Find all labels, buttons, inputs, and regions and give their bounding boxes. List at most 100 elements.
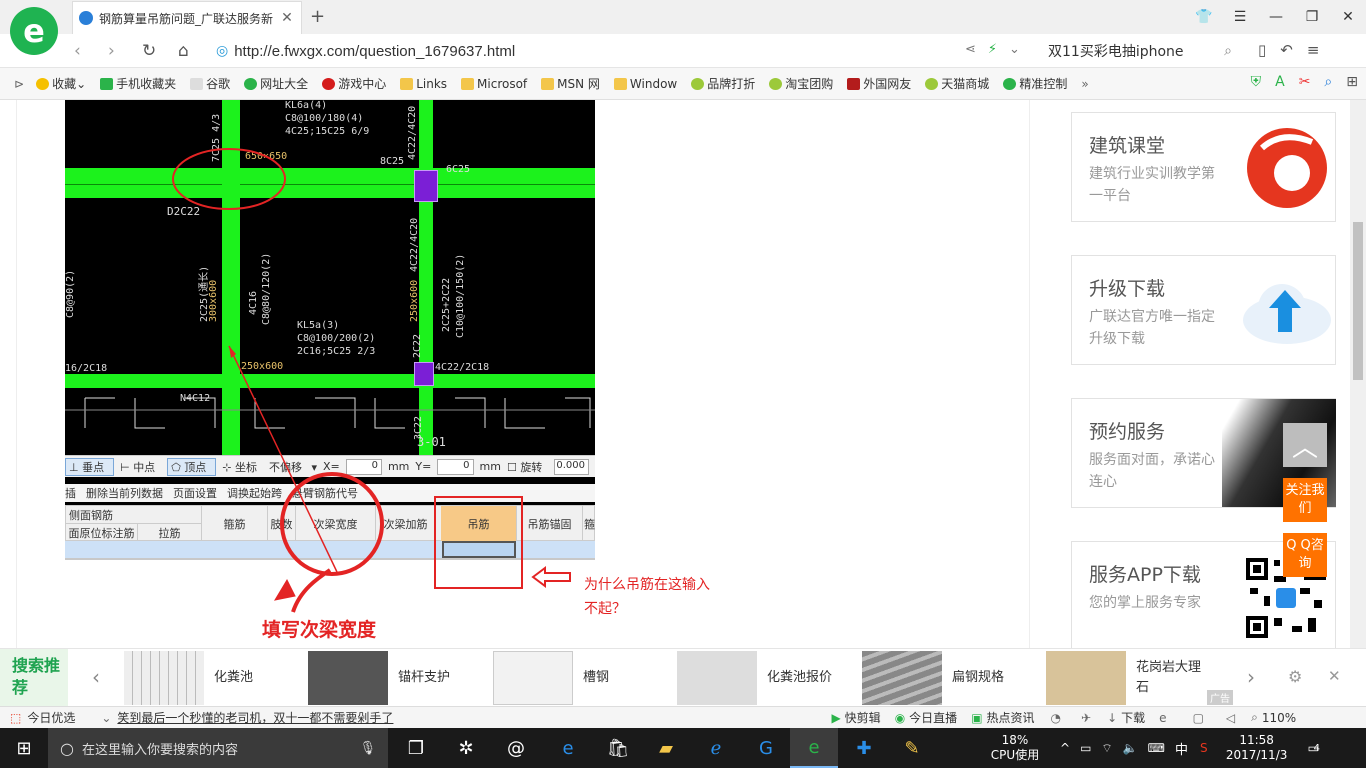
shield-icon[interactable]: ⛨	[1251, 74, 1262, 90]
download-button[interactable]: 下载	[1121, 709, 1145, 726]
address-bar[interactable]: ◎ http://e.fwxgx.com/question_1679637.ht…	[216, 39, 936, 63]
task-view-icon[interactable]: ❐	[392, 728, 440, 768]
card-building-class[interactable]: 建筑课堂 建筑行业实训教学第一平台	[1071, 112, 1336, 222]
restore-icon[interactable]: ❐	[1294, 0, 1330, 34]
tab-close-icon[interactable]: ✕	[279, 10, 295, 26]
today-pick[interactable]: 今日优选	[27, 709, 75, 726]
explorer-icon[interactable]: ▰	[642, 728, 690, 768]
speaker-icon[interactable]: 🔈	[1123, 741, 1138, 755]
qq-consult-button[interactable]: Q Q咨询	[1283, 533, 1327, 577]
keyboard-icon[interactable]: ⌨	[1148, 741, 1165, 755]
back-icon[interactable]: ‹	[74, 41, 81, 61]
grid-icon[interactable]: ⊞	[1346, 74, 1358, 90]
volume-icon[interactable]: ◁	[1226, 711, 1235, 725]
scrollbar-thumb[interactable]	[1353, 222, 1363, 380]
notes-icon[interactable]: ✎	[888, 728, 936, 768]
tray-app-icon[interactable]: ▭	[1080, 741, 1091, 755]
shirt-icon[interactable]: 👕	[1186, 0, 1222, 34]
live-button[interactable]: 今日直播	[909, 709, 957, 726]
zoom-level[interactable]: 110%	[1262, 711, 1296, 725]
ie-taskbar-icon[interactable]: ℯ	[692, 728, 740, 768]
bookmark-favorites[interactable]: 收藏 ⌄	[36, 75, 86, 92]
bookmark-taobao[interactable]: 淘宝团购	[769, 75, 833, 92]
annotation-overlay	[172, 148, 571, 613]
store-icon[interactable]: 🛍	[594, 728, 642, 768]
search-input[interactable]: 双11买彩电抽iphone ⌕	[1048, 39, 1238, 63]
search-icon[interactable]: ⌕	[1224, 43, 1232, 59]
page-scrollbar[interactable]	[1350, 100, 1366, 648]
notification-icon[interactable]: ▭ 4	[1308, 741, 1320, 755]
more-icon[interactable]: ≡	[1307, 41, 1320, 59]
prev-arrow-icon[interactable]: ‹	[92, 665, 100, 689]
undo-icon[interactable]: ↶	[1280, 41, 1293, 59]
search-text[interactable]: 双11买彩电抽iphone	[1048, 41, 1184, 61]
bookmark-windows[interactable]: Window	[613, 77, 677, 91]
bookmark-google[interactable]: 谷歌	[190, 75, 230, 92]
sogou-icon[interactable]: S	[1200, 741, 1208, 755]
translate-icon[interactable]: A	[1275, 74, 1285, 90]
card-upgrade-download[interactable]: 升级下载 广联达官方唯一指定升级下载	[1071, 255, 1336, 365]
ime-indicator[interactable]: 中	[1175, 739, 1188, 758]
url-text[interactable]: http://e.fwxgx.com/question_1679637.html	[234, 43, 515, 60]
bookmark-tmall[interactable]: 天猫商城	[925, 75, 989, 92]
quickclip-button[interactable]: 快剪辑	[845, 709, 881, 726]
forward-icon[interactable]: ›	[108, 41, 115, 61]
mic-icon[interactable]: 🎙	[359, 741, 376, 756]
recommend-item[interactable]: 化粪池	[124, 649, 294, 707]
new-tab-icon[interactable]: +	[310, 6, 325, 27]
bookmark-control[interactable]: 精准控制	[1003, 75, 1067, 92]
scissors-icon[interactable]: ✂	[1299, 74, 1311, 90]
close-window-icon[interactable]: ✕	[1330, 0, 1366, 34]
follow-us-button[interactable]: 关注我们	[1283, 478, 1327, 522]
recommend-item[interactable]: 花岗岩大理石	[1046, 649, 1206, 707]
bookmark-sites[interactable]: 网址大全	[244, 75, 308, 92]
pin-icon[interactable]: ✈	[1081, 711, 1091, 725]
share-icon[interactable]: ⋖	[965, 42, 976, 57]
ie-icon[interactable]: e	[1159, 711, 1166, 725]
next-arrow-icon[interactable]: ›	[1247, 665, 1255, 689]
bookmark-games[interactable]: 游戏中心	[322, 75, 386, 92]
taskbar-search-input[interactable]: ○ 在这里输入你要搜索的内容 🎙	[48, 728, 388, 768]
recommend-item[interactable]: 锚杆支护	[308, 649, 478, 707]
edge-icon[interactable]: e	[544, 728, 592, 768]
recommend-item[interactable]: 扁钢规格	[862, 649, 1032, 707]
reload-icon[interactable]: ↻	[142, 41, 156, 61]
menu-icon[interactable]: ☰	[1222, 0, 1258, 34]
sidebar-toggle-icon[interactable]: ⊳	[14, 77, 24, 91]
glodon-logo-icon	[1247, 128, 1327, 208]
lightning-icon[interactable]: ⚡	[988, 42, 997, 57]
magnifier-icon[interactable]: ⌕	[1324, 74, 1332, 90]
glodon-taskbar-icon[interactable]: G	[742, 728, 790, 768]
browser-taskbar-icon[interactable]: e	[790, 728, 838, 768]
bookmark-brand[interactable]: 品牌打折	[691, 75, 755, 92]
recommend-item[interactable]: 化粪池报价	[677, 649, 847, 707]
app-fan-icon[interactable]: ✲	[442, 728, 490, 768]
start-button-icon[interactable]: ⊞	[0, 728, 48, 768]
close-recommend-icon[interactable]: ✕	[1328, 667, 1341, 685]
back-to-top-button[interactable]: ︿	[1283, 423, 1327, 467]
bookmark-microsoft[interactable]: Microsof	[461, 77, 527, 91]
tray-up-icon[interactable]: ^	[1060, 741, 1070, 755]
bookmarks-more-icon[interactable]: »	[1081, 77, 1088, 91]
home-icon[interactable]: ⌂	[178, 41, 189, 61]
settings-icon[interactable]: ⚙	[1288, 667, 1302, 686]
minimize-icon[interactable]: —	[1258, 0, 1294, 34]
chevron-down-icon[interactable]: ⌄	[1009, 42, 1020, 57]
bookmark-mobile[interactable]: 手机收藏夹	[100, 75, 176, 92]
network-icon[interactable]: ⌔	[1101, 741, 1112, 756]
browser-logo-icon[interactable]: e	[10, 7, 58, 55]
cpu-meter[interactable]: 18% CPU使用	[980, 733, 1050, 763]
news-link[interactable]: 笑到最后一个秒懂的老司机，双十一都不需要剁手了	[117, 709, 393, 726]
recommend-item[interactable]: 槽钢	[493, 649, 663, 707]
tab-active[interactable]: 钢筋算量吊筋问题_广联达服务新 ✕	[72, 1, 302, 34]
plus-app-icon[interactable]: ✚	[840, 728, 888, 768]
phone-icon[interactable]: ▯	[1258, 41, 1266, 59]
hot-button[interactable]: 热点资讯	[987, 709, 1035, 726]
speed-icon[interactable]: ◔	[1051, 711, 1061, 725]
bookmark-msn[interactable]: MSN 网	[541, 75, 600, 92]
bookmark-foreign[interactable]: 外国网友	[847, 75, 911, 92]
app-swirl-icon[interactable]: @	[492, 728, 540, 768]
bookmark-links[interactable]: Links	[400, 77, 447, 91]
clock[interactable]: 11:58 2017/11/3	[1222, 733, 1292, 763]
window-icon[interactable]: ▢	[1193, 711, 1204, 725]
